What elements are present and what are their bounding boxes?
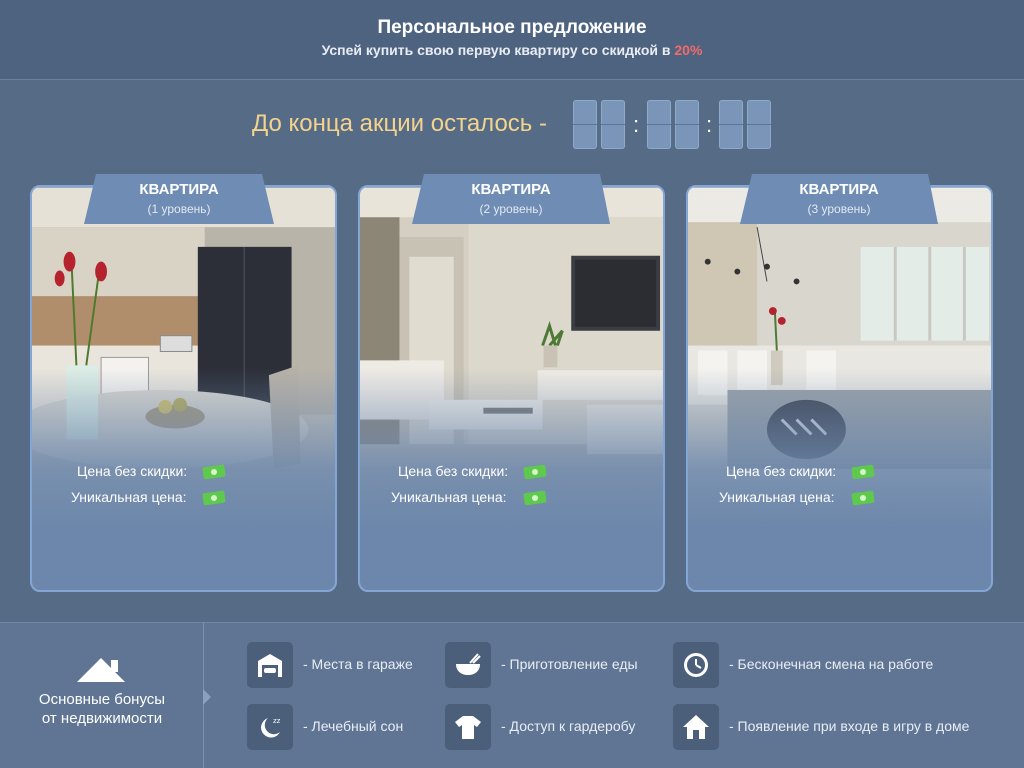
- bonuses-panel: Основные бонусы от недвижимости - Места …: [0, 622, 1024, 768]
- money-icon: [523, 464, 547, 480]
- bonus-label: - Появление при входе в игру в доме: [729, 718, 970, 734]
- apartment-card-level-1[interactable]: Цена без скидки: Уникальная цена:: [30, 185, 337, 592]
- money-icon: [202, 464, 226, 480]
- home-icon: [673, 704, 719, 750]
- base-price-label: Цена без скидки:: [726, 463, 837, 479]
- card-tab-level-1: КВАРТИРА (1 уровень): [84, 174, 274, 224]
- money-icon: [202, 490, 226, 506]
- card-level: (2 уровень): [479, 202, 543, 216]
- bonus-label: - Приготовление еды: [501, 656, 638, 672]
- base-price-label: Цена без скидки:: [398, 463, 509, 479]
- bonuses-title-line2: от недвижимости: [41, 710, 163, 727]
- bonus-label: - Лечебный сон: [303, 718, 404, 734]
- money-icon: [523, 490, 547, 506]
- bonus-label: - Доступ к гардеробу: [501, 718, 636, 734]
- sleep-moon-icon: zz: [247, 704, 293, 750]
- chevron-right-icon: [203, 689, 211, 705]
- offer-header: Персональное предложение Успей купить св…: [0, 0, 1024, 80]
- bonus-label: - Места в гараже: [303, 656, 413, 672]
- card-fade-overlay: [360, 187, 663, 590]
- bonuses-title-line1: Основные бонусы: [38, 691, 166, 708]
- card-fade-overlay: [688, 187, 991, 590]
- bonus-label: - Бесконечная смена на работе: [729, 656, 934, 672]
- unique-price-label: Уникальная цена:: [719, 489, 835, 505]
- card-fade-overlay: [32, 187, 335, 590]
- offer-subtitle-text: Успей купить свою первую квартиру со ски…: [321, 42, 671, 58]
- countdown-timer: До конца акции осталось - : :: [0, 100, 1024, 150]
- apartment-card-level-3[interactable]: Цена без скидки: Уникальная цена:: [686, 185, 993, 592]
- money-icon: [851, 490, 875, 506]
- timer-digit-minutes-2: [675, 100, 699, 149]
- timer-digit-hours-2: [601, 100, 625, 149]
- unique-price-label: Уникальная цена:: [71, 489, 187, 505]
- food-bowl-icon: [445, 642, 491, 688]
- apartment-card-level-2[interactable]: Цена без скидки: Уникальная цена:: [358, 185, 665, 592]
- unique-price-label: Уникальная цена:: [391, 489, 507, 505]
- money-icon: [851, 464, 875, 480]
- timer-separator: :: [706, 112, 713, 137]
- timer-digit-seconds-2: [747, 100, 771, 149]
- card-level: (1 уровень): [147, 202, 211, 216]
- house-roof-icon: [77, 658, 125, 682]
- card-title: КВАРТИРА: [139, 181, 219, 198]
- timer-digit-seconds-1: [719, 100, 743, 149]
- card-tab-level-3: КВАРТИРА (3 уровень): [740, 174, 938, 224]
- timer-digit-hours-1: [573, 100, 597, 149]
- tshirt-icon: [445, 704, 491, 750]
- offer-subtitle: Успей купить свою первую квартиру со ски…: [0, 42, 1024, 58]
- offer-title: Персональное предложение: [377, 17, 647, 38]
- card-level: (3 уровень): [807, 202, 871, 216]
- garage-icon: [247, 642, 293, 688]
- card-tab-level-2: КВАРТИРА (2 уровень): [412, 174, 610, 224]
- clock-icon: [673, 642, 719, 688]
- base-price-label: Цена без скидки:: [77, 463, 188, 479]
- bonuses-heading-block: Основные бонусы от недвижимости: [0, 623, 211, 768]
- card-title: КВАРТИРА: [799, 181, 879, 198]
- discount-value: 20%: [674, 42, 703, 58]
- svg-text:zz: zz: [273, 717, 281, 725]
- card-title: КВАРТИРА: [471, 181, 551, 198]
- bonuses-title: Основные бонусы от недвижимости: [0, 690, 204, 728]
- timer-digit-minutes-1: [647, 100, 671, 149]
- timer-separator: :: [633, 112, 640, 137]
- countdown-label: До конца акции осталось -: [252, 110, 547, 137]
